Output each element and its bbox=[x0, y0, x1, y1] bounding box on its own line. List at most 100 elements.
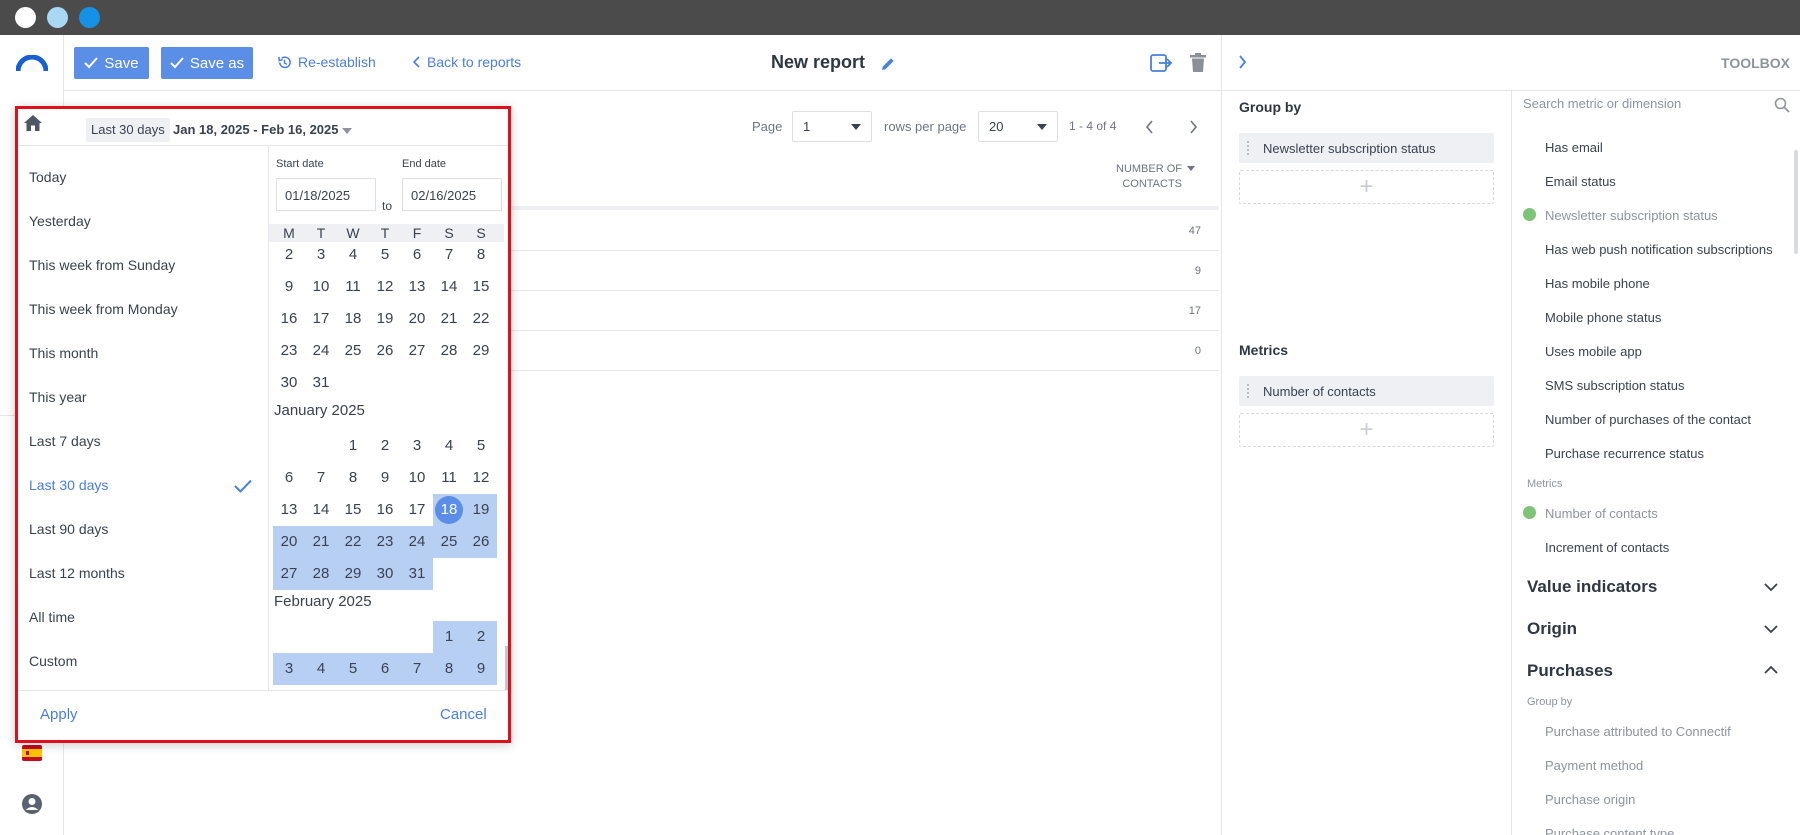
window-minimize-dot[interactable] bbox=[47, 7, 68, 28]
section-origin[interactable]: Origin bbox=[1527, 619, 1577, 639]
chevron-down-icon[interactable] bbox=[1764, 583, 1778, 592]
export-icon[interactable] bbox=[1150, 53, 1172, 73]
toolbox-item-purchase-recurrence[interactable]: Purchase recurrence status bbox=[1545, 446, 1704, 461]
calendar-day[interactable]: 1 bbox=[337, 430, 369, 462]
calendar-day[interactable]: 22 bbox=[465, 303, 497, 335]
start-date-input[interactable]: 01/18/2025 bbox=[276, 178, 376, 211]
group-by-dropzone[interactable]: + bbox=[1239, 170, 1494, 204]
calendar-day[interactable]: 22 bbox=[337, 526, 369, 558]
calendar-day[interactable]: 14 bbox=[305, 494, 337, 526]
calendar-day[interactable]: 7 bbox=[433, 239, 465, 271]
calendar-day[interactable]: 14 bbox=[433, 271, 465, 303]
toolbox-item-purchase-origin[interactable]: Purchase origin bbox=[1545, 792, 1635, 807]
calendar-day[interactable]: 27 bbox=[401, 335, 433, 367]
preset-last-12-months[interactable]: Last 12 months bbox=[29, 565, 125, 581]
toolbox-search-input[interactable]: Search metric or dimension bbox=[1523, 96, 1783, 116]
calendar-day[interactable]: 3 bbox=[401, 430, 433, 462]
calendar-day[interactable]: 30 bbox=[369, 558, 401, 590]
calendar-day[interactable]: 10 bbox=[305, 271, 337, 303]
calendar-day[interactable]: 4 bbox=[433, 430, 465, 462]
toolbox-item-has-email[interactable]: Has email bbox=[1545, 140, 1603, 155]
toolbox-item-number-of-purchases[interactable]: Number of purchases of the contact bbox=[1545, 412, 1751, 427]
toolbox-item-web-push[interactable]: Has web push notification subscriptions bbox=[1545, 242, 1773, 257]
calendar-day[interactable]: 4 bbox=[305, 653, 337, 685]
apply-button[interactable]: Apply bbox=[40, 706, 78, 723]
toolbox-item-mobile-phone-status[interactable]: Mobile phone status bbox=[1545, 310, 1661, 325]
calendar-day[interactable]: 2 bbox=[465, 621, 497, 653]
calendar-day[interactable]: 21 bbox=[305, 526, 337, 558]
home-icon[interactable] bbox=[23, 114, 43, 132]
column-header-number-of-contacts[interactable]: NUMBER OF CONTACTS bbox=[1110, 162, 1182, 192]
preset-this-week-monday[interactable]: This week from Monday bbox=[29, 301, 178, 317]
calendar-day[interactable]: 5 bbox=[369, 239, 401, 271]
user-account-icon[interactable] bbox=[21, 793, 43, 815]
calendar-day[interactable]: 16 bbox=[369, 494, 401, 526]
toolbox-item-uses-mobile-app[interactable]: Uses mobile app bbox=[1545, 344, 1642, 359]
calendar-day[interactable]: 9 bbox=[465, 653, 497, 685]
preset-last-90-days[interactable]: Last 90 days bbox=[29, 521, 108, 537]
preset-this-year[interactable]: This year bbox=[29, 389, 87, 405]
calendar-day[interactable]: 19 bbox=[465, 494, 497, 526]
search-icon[interactable] bbox=[1774, 97, 1790, 113]
calendar-day[interactable]: 7 bbox=[401, 653, 433, 685]
calendar-day[interactable]: 6 bbox=[273, 462, 305, 494]
calendar-day[interactable]: 20 bbox=[401, 303, 433, 335]
back-to-reports-link[interactable]: Back to reports bbox=[413, 54, 521, 70]
calendar-day[interactable]: 4 bbox=[337, 239, 369, 271]
range-caret-icon[interactable] bbox=[342, 128, 352, 134]
calendar-day[interactable]: 8 bbox=[465, 239, 497, 271]
window-close-dot[interactable] bbox=[15, 7, 36, 28]
drag-handle-icon[interactable] bbox=[1247, 141, 1251, 155]
section-purchases[interactable]: Purchases bbox=[1527, 661, 1613, 681]
chevron-down-icon[interactable] bbox=[1764, 625, 1778, 634]
save-as-button[interactable]: Save as bbox=[161, 47, 253, 79]
app-logo-icon[interactable] bbox=[16, 55, 48, 71]
calendar-day[interactable]: 30 bbox=[273, 367, 305, 399]
calendar-day[interactable]: 29 bbox=[337, 558, 369, 590]
calendar-day[interactable]: 27 bbox=[273, 558, 305, 590]
toolbox-item-number-of-contacts[interactable]: Number of contacts bbox=[1545, 506, 1658, 521]
calendar-day[interactable]: 13 bbox=[401, 271, 433, 303]
save-button[interactable]: Save bbox=[74, 47, 149, 79]
calendar-day[interactable]: 11 bbox=[337, 271, 369, 303]
preset-custom[interactable]: Custom bbox=[29, 653, 77, 669]
toolbox-item-purchase-attributed[interactable]: Purchase attributed to Connectif bbox=[1545, 724, 1731, 739]
sort-caret-icon[interactable] bbox=[1187, 166, 1195, 171]
drag-handle-icon[interactable] bbox=[1247, 384, 1251, 398]
preset-all-time[interactable]: All time bbox=[29, 609, 75, 625]
metrics-dropzone[interactable]: + bbox=[1239, 413, 1494, 447]
current-preset-chip[interactable]: Last 30 days bbox=[86, 118, 170, 142]
cancel-button[interactable]: Cancel bbox=[440, 706, 487, 723]
calendar-day[interactable]: 2 bbox=[369, 430, 401, 462]
calendar-scrollbar[interactable] bbox=[505, 646, 508, 690]
toolbox-item-email-status[interactable]: Email status bbox=[1545, 174, 1616, 189]
calendar-day[interactable]: 21 bbox=[433, 303, 465, 335]
calendar-day[interactable]: 24 bbox=[401, 526, 433, 558]
calendar-day[interactable]: 9 bbox=[369, 462, 401, 494]
preset-last-30-days[interactable]: Last 30 days bbox=[29, 477, 108, 493]
calendar-day[interactable]: 28 bbox=[305, 558, 337, 590]
calendar-day[interactable]: 17 bbox=[401, 494, 433, 526]
calendar-day[interactable]: 6 bbox=[401, 239, 433, 271]
calendar-day[interactable]: 29 bbox=[465, 335, 497, 367]
calendar-day-selected-start[interactable]: 18 bbox=[433, 494, 465, 526]
spain-flag-icon[interactable] bbox=[22, 743, 42, 763]
toolbox-item-sms-status[interactable]: SMS subscription status bbox=[1545, 378, 1684, 393]
calendar-day[interactable]: 24 bbox=[305, 335, 337, 367]
toolbox-item-purchase-content-type[interactable]: Purchase content type bbox=[1545, 826, 1674, 835]
preset-last-7-days[interactable]: Last 7 days bbox=[29, 433, 101, 449]
calendar-day[interactable]: 31 bbox=[401, 558, 433, 590]
toolbox-item-increment-of-contacts[interactable]: Increment of contacts bbox=[1545, 540, 1669, 555]
reestablish-button[interactable]: Re-establish bbox=[277, 54, 376, 70]
calendar-day[interactable]: 13 bbox=[273, 494, 305, 526]
next-page-button[interactable] bbox=[1189, 120, 1198, 134]
rows-per-page-select[interactable]: 20 bbox=[978, 111, 1058, 142]
calendar-day[interactable]: 16 bbox=[273, 303, 305, 335]
toolbox-item-payment-method[interactable]: Payment method bbox=[1545, 758, 1643, 773]
calendar-day[interactable]: 5 bbox=[465, 430, 497, 462]
calendar-day[interactable]: 2 bbox=[273, 239, 305, 271]
edit-title-icon[interactable] bbox=[880, 56, 896, 72]
metrics-chip[interactable]: Number of contacts bbox=[1239, 376, 1494, 406]
calendar-day[interactable]: 5 bbox=[337, 653, 369, 685]
section-value-indicators[interactable]: Value indicators bbox=[1527, 577, 1657, 597]
